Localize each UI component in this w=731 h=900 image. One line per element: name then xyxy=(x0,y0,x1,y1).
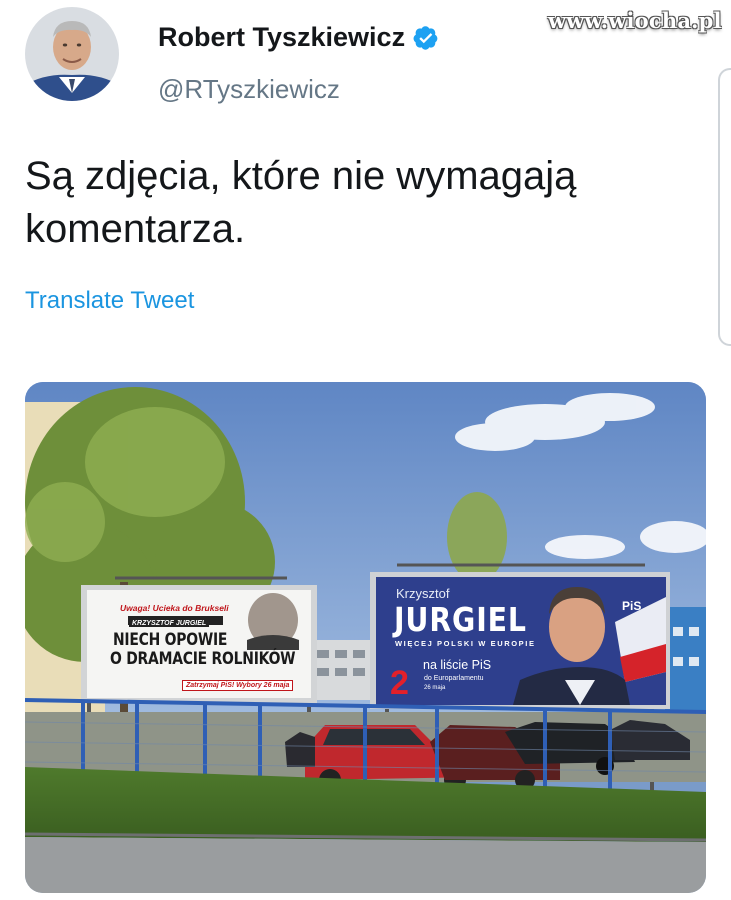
tweet-text: Są zdjęcia, które nie wymagają komentarz… xyxy=(25,150,705,256)
billboard-right-list-number: 2 xyxy=(390,664,409,702)
billboard-right-list-text: na liście PiS xyxy=(423,658,492,672)
billboard-right-first-name: Krzysztof xyxy=(396,586,450,601)
tweet-media-photo[interactable]: Uwaga! Ucieka do Brukseli KRZYSZTOF JURG… xyxy=(25,382,706,893)
tweet-text-line: Są zdjęcia, które nie wymagają xyxy=(25,154,577,198)
display-name-text: Robert Tyszkiewicz xyxy=(158,22,406,52)
tweet-text-line: komentarza. xyxy=(25,207,246,251)
billboard-left-headline: NIECH OPOWIE xyxy=(113,630,228,650)
billboard-right-election: do Europarlamentu xyxy=(424,675,484,682)
watermark: www.wiocha.pl xyxy=(548,8,722,33)
translate-tweet-link[interactable]: Translate Tweet xyxy=(25,287,194,315)
display-name[interactable]: Robert Tyszkiewicz xyxy=(158,22,439,53)
scroll-indicator[interactable] xyxy=(718,68,731,346)
user-handle[interactable]: @RTyszkiewicz xyxy=(158,74,340,105)
billboard-right-party-logo: PiS xyxy=(622,599,642,613)
billboard-left-name: KRZYSZTOF JURGIEL xyxy=(129,620,210,627)
billboard-left-footer: Zatrzymaj PiS! Wybory 26 maja xyxy=(182,680,294,691)
billboard-left-warning: Uwaga! Ucieka do Brukseli xyxy=(120,603,229,613)
billboard-left-headline: O DRAMACIE ROLNIKÓW xyxy=(110,649,296,669)
verified-badge-icon xyxy=(413,25,439,51)
avatar[interactable] xyxy=(25,7,119,101)
billboard-right-slogan: WIĘCEJ POLSKI W EUROPIE xyxy=(395,639,536,648)
avatar-photo xyxy=(25,7,119,101)
billboard-right-date: 26 maja xyxy=(424,685,446,691)
billboard-right-last-name: JURGIEL xyxy=(394,600,527,639)
